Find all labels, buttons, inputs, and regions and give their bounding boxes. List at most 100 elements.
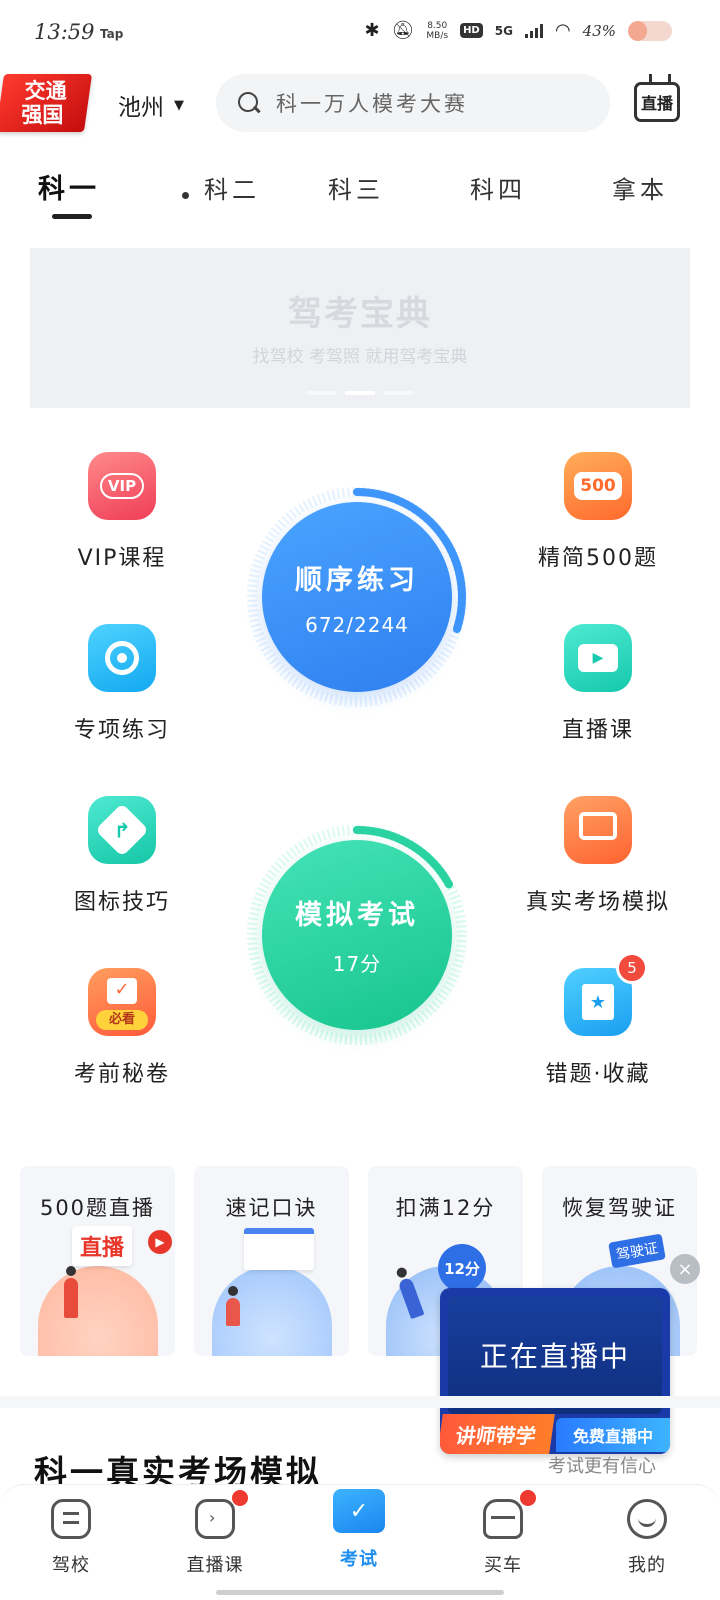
search-icon xyxy=(236,90,262,116)
nav-live-course[interactable]: › 直播课 xyxy=(160,1490,270,1577)
monitor-screen xyxy=(579,812,617,840)
hd-icon: HD xyxy=(460,23,483,38)
play-icon: ▶ xyxy=(148,1230,172,1254)
tab-get-license[interactable]: 拿本 xyxy=(612,170,668,205)
tab-subject-4[interactable]: 科四 xyxy=(470,170,526,205)
chevron-right-icon: › xyxy=(209,1508,216,1527)
jingjian-500-label: 精简500题 xyxy=(538,546,658,571)
vip-course-entry[interactable]: VIP VIP课程 xyxy=(32,452,212,572)
nav-label: 我的 xyxy=(628,1555,666,1576)
500-icon-text: 500 xyxy=(574,472,622,500)
status-bar: 13:59 Tap ✱ 🔕︎ 8.50 MB/s HD 5G ◠ 43% xyxy=(0,0,720,64)
mock-exam-button[interactable]: 模拟考试 17分 xyxy=(244,822,470,1048)
icon-line xyxy=(63,1521,79,1524)
sign-diamond: ↱ xyxy=(95,803,149,857)
special-practice-label: 专项练习 xyxy=(73,718,170,743)
target-icon xyxy=(88,624,156,692)
teacher-led-tag: 讲师带学 xyxy=(440,1414,555,1454)
live-tv-button[interactable]: 直播 xyxy=(634,82,680,122)
mock-exam-face: 模拟考试 17分 xyxy=(262,840,452,1030)
close-icon[interactable]: × xyxy=(670,1254,700,1284)
nav-notification-dot xyxy=(520,1490,536,1506)
license-card: 驾驶证 xyxy=(608,1233,666,1269)
promo-banner[interactable]: 驾考宝典 找驾校 考驾照 就用驾考宝典 xyxy=(30,248,690,408)
battery-fill xyxy=(628,20,647,41)
student-figure xyxy=(226,1286,240,1326)
real-exam-label: 真实考场模拟 xyxy=(525,890,670,915)
monitor-icon xyxy=(564,796,632,864)
status-time: 13:59 xyxy=(34,20,95,44)
live-course-entry[interactable]: ▶ 直播课 xyxy=(508,624,688,744)
icon-line xyxy=(63,1512,79,1515)
500-icon: 500 xyxy=(564,452,632,520)
mock-exam-score: 17分 xyxy=(332,952,382,976)
promo-title: 恢复驾驶证 xyxy=(562,1196,677,1220)
logo-line1: 交通 xyxy=(24,79,67,103)
car-icon xyxy=(483,1490,536,1539)
status-tap-label: Tap xyxy=(100,27,124,41)
video-icon: ▶ xyxy=(564,624,632,692)
city-selector[interactable]: 池州 ▼ xyxy=(118,88,184,122)
banner-dot-active xyxy=(345,391,375,395)
check-icon: ✓ xyxy=(107,978,137,1004)
wrong-favorites-entry[interactable]: ★ 5 错题·收藏 xyxy=(508,952,688,1088)
target-dot xyxy=(117,653,127,663)
vip-course-label: VIP课程 xyxy=(77,546,167,571)
must-see-tag: 必看 xyxy=(96,1010,148,1030)
caret-down-icon: ▼ xyxy=(174,97,184,113)
nav-driving-school[interactable]: 驾校 xyxy=(16,1499,126,1577)
banner-dot xyxy=(307,391,337,395)
banner-subtitle: 找驾校 考驾照 就用驾考宝典 xyxy=(252,347,468,367)
promo-card-500-live[interactable]: 500题直播 直播 ▶ xyxy=(20,1166,175,1356)
tab-subject-1[interactable]: 科一 xyxy=(38,167,100,206)
floating-live-widget[interactable]: 正在直播中 讲师带学 免费直播中 xyxy=(440,1288,670,1454)
real-exam-entry[interactable]: 真实考场模拟 xyxy=(508,796,688,916)
live-tag: 直播 xyxy=(72,1226,133,1266)
tab-dot-indicator xyxy=(182,192,189,199)
special-practice-entry[interactable]: 专项练习 xyxy=(32,624,212,744)
banner-pagination xyxy=(30,391,690,395)
live-course-label: 直播课 xyxy=(561,718,634,743)
mock-exam-title: 模拟考试 xyxy=(295,900,419,931)
search-placeholder: 科一万人模考大赛 xyxy=(276,92,468,116)
jingjian-500-entry[interactable]: 500 精简500题 xyxy=(508,452,688,572)
secret-volume-entry[interactable]: ✓ 必看 考前秘卷 xyxy=(32,968,212,1088)
battery-percent: 43% xyxy=(582,21,616,40)
signal-icon xyxy=(524,23,543,38)
nav-label: 买车 xyxy=(484,1555,522,1576)
teacher-led-text: 讲师带学 xyxy=(454,1423,538,1448)
promo-title: 速记口诀 xyxy=(225,1196,318,1220)
live-tv-label: 直播 xyxy=(640,94,673,113)
video-play-icon: ▶ xyxy=(578,644,618,672)
vip-icon: VIP xyxy=(88,452,156,520)
home-indicator[interactable] xyxy=(216,1590,504,1595)
nav-exam[interactable]: ✓ 考试 xyxy=(304,1489,414,1571)
vip-icon-text: VIP xyxy=(99,473,145,499)
secret-volume-icon: ✓ 必看 xyxy=(88,968,156,1036)
tv-icon: › xyxy=(195,1490,248,1539)
wifi-icon: ◠ xyxy=(554,20,571,41)
wrong-count-badge: 5 xyxy=(616,952,648,984)
status-icons: ✱ 🔕︎ 8.50 MB/s HD 5G ◠ 43% xyxy=(364,20,672,41)
tab-subject-2[interactable]: 科二 xyxy=(204,170,260,205)
jiaotong-qiangguo-logo[interactable]: 交通 强国 xyxy=(0,74,93,132)
subject-tabs: 科一 科二 科三 科四 拿本 xyxy=(0,162,720,222)
promo-title: 500题直播 xyxy=(39,1196,156,1220)
nav-mine[interactable]: 我的 xyxy=(592,1499,702,1577)
nav-label: 直播课 xyxy=(186,1555,244,1576)
logo-line2: 强国 xyxy=(21,103,64,127)
promo-card-mnemonic[interactable]: 速记口诀 xyxy=(194,1166,349,1356)
search-bar[interactable]: 科一万人模考大赛 xyxy=(216,74,610,132)
bluetooth-icon: ✱ xyxy=(364,20,380,41)
bottom-nav: 驾校 › 直播课 ✓ 考试 买车 我的 xyxy=(0,1484,720,1600)
sequential-practice-title: 顺序练习 xyxy=(295,564,419,596)
exam-folder-icon: ✓ xyxy=(333,1489,385,1533)
nav-buy-car[interactable]: 买车 xyxy=(448,1490,558,1577)
secret-volume-label: 考前秘卷 xyxy=(73,1062,170,1087)
turn-sign-icon: ↱ xyxy=(88,796,156,864)
12-points-clock: 12分 xyxy=(438,1244,486,1292)
tab-subject-3[interactable]: 科三 xyxy=(328,170,384,205)
sequential-practice-button[interactable]: 顺序练习 672/2244 xyxy=(244,484,470,710)
driving-school-icon xyxy=(51,1499,91,1539)
sign-tips-entry[interactable]: ↱ 图标技巧 xyxy=(32,796,212,916)
